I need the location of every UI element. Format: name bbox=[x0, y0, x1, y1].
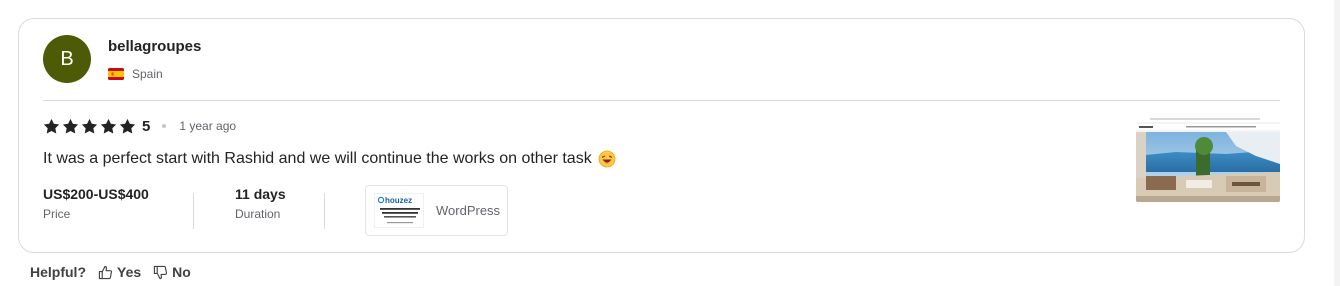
star-icon bbox=[119, 118, 136, 134]
divider bbox=[43, 100, 1280, 101]
stat-divider bbox=[324, 193, 325, 229]
helpful-yes-button[interactable]: Yes bbox=[98, 264, 141, 280]
laughing-emoji-icon bbox=[598, 150, 616, 168]
technology-badge[interactable]: houzez WordPress bbox=[365, 185, 508, 236]
duration-stat: 11 days Duration bbox=[235, 185, 324, 221]
star-icon bbox=[62, 118, 79, 134]
review-time: 1 year ago bbox=[179, 119, 237, 133]
rating-value: 5 bbox=[142, 117, 151, 135]
helpful-no-button[interactable]: No bbox=[153, 264, 191, 280]
helpful-yes-label: Yes bbox=[117, 264, 142, 280]
stat-divider bbox=[193, 193, 194, 229]
review-text: It was a perfect start with Rashid and w… bbox=[43, 150, 616, 168]
portfolio-preview-image[interactable] bbox=[1136, 116, 1280, 202]
duration-label: Duration bbox=[235, 207, 281, 221]
houzez-logo-image: houzez bbox=[375, 194, 423, 227]
flag-spain-icon bbox=[108, 68, 124, 80]
duration-value: 11 days bbox=[235, 186, 286, 202]
thumbs-up-icon bbox=[98, 265, 113, 279]
scrollbar-track[interactable] bbox=[1334, 0, 1340, 286]
star-rating bbox=[43, 118, 136, 135]
star-icon bbox=[43, 118, 60, 134]
order-stats: US$200-US$400 Price 11 days Duration bbox=[43, 185, 325, 237]
avatar[interactable]: B bbox=[43, 35, 91, 83]
review-body: It was a perfect start with Rashid and w… bbox=[43, 150, 592, 167]
price-label: Price bbox=[43, 207, 71, 221]
thumbs-down-icon bbox=[153, 265, 168, 279]
helpful-label: Helpful? bbox=[30, 264, 86, 280]
price-stat: US$200-US$400 Price bbox=[43, 185, 193, 221]
technology-thumbnail: houzez bbox=[374, 193, 424, 228]
helpful-row: Helpful? Yes No bbox=[30, 264, 191, 280]
review-card: B bellagroupes Spain 5 1 year ago It was… bbox=[18, 18, 1305, 253]
separator-dot bbox=[162, 124, 167, 128]
helpful-no-label: No bbox=[172, 264, 191, 280]
reviewer-username[interactable]: bellagroupes bbox=[108, 38, 201, 55]
star-icon bbox=[100, 118, 117, 134]
country-name: Spain bbox=[132, 67, 163, 81]
reviewer-country: Spain bbox=[108, 66, 163, 82]
star-icon bbox=[81, 118, 98, 134]
website-screenshot-image bbox=[1136, 116, 1280, 202]
price-value: US$200-US$400 bbox=[43, 186, 149, 202]
review-page: B bellagroupes Spain 5 1 year ago It was… bbox=[0, 0, 1340, 286]
rating-row: 5 1 year ago bbox=[43, 117, 236, 135]
houzez-logo-text: houzez bbox=[385, 196, 412, 205]
technology-name: WordPress bbox=[436, 203, 501, 218]
